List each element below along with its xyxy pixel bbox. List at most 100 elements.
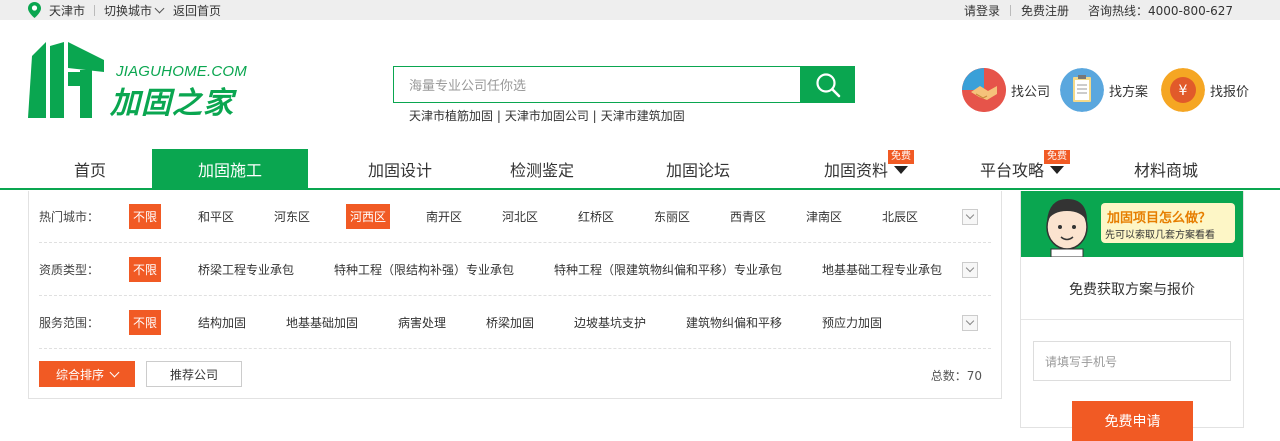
filter-option-selected[interactable]: 不限 (129, 257, 162, 282)
filter-option[interactable]: 结构加固 (198, 314, 246, 331)
free-badge: 免费 (1044, 150, 1070, 164)
dropdown-arrow-icon (894, 166, 908, 174)
register-link[interactable]: 免费注册 (1021, 2, 1069, 19)
expand-toggle-icon[interactable] (962, 314, 978, 331)
filter-option[interactable]: 河北区 (502, 208, 538, 225)
nav-item-construction[interactable]: 加固施工 (152, 149, 308, 188)
nav-label: 检测鉴定 (509, 160, 574, 180)
total-count: 总数：70 (930, 369, 982, 383)
filter-option-selected[interactable]: 不限 (129, 310, 162, 335)
filter-option[interactable]: 红桥区 (578, 208, 614, 225)
bubble-answer: 先可以索取几套方案看看 (1105, 230, 1215, 241)
filter-row-qualification: 资质类型： 不限 桥梁工程专业承包 特种工程（限结构补强）专业承包 特种工程（限… (39, 244, 991, 296)
filter-label: 服务范围： (39, 316, 100, 330)
filter-option[interactable]: 北辰区 (882, 208, 918, 225)
hot-search-words: 天津市植筋加固 | 天津市加固公司 | 天津市建筑加固 (409, 107, 689, 124)
hotline-text: 咨询热线：4000-800-627 (1087, 3, 1233, 18)
nav-label: 材料商城 (1133, 160, 1198, 180)
filter-option[interactable]: 地基基础加固 (286, 314, 358, 331)
filter-option[interactable]: 特种工程（限建筑物纠偏和平移）专业承包 (554, 261, 782, 278)
recommend-company-button[interactable]: 推荐公司 (146, 361, 242, 387)
main-nav: 首页 加固施工 加固设计 检测鉴定 加固论坛 加固资料 免费 平台攻略 免费 材… (0, 149, 1280, 190)
free-badge: 免费 (888, 150, 914, 164)
side-panel-title: 免费获取方案与报价 (1069, 282, 1195, 298)
location-pin-icon (28, 2, 41, 18)
nav-item-mall[interactable]: 材料商城 (1088, 149, 1244, 188)
handshake-icon (962, 68, 1006, 112)
filter-option[interactable]: 建筑物纠偏和平移 (686, 314, 782, 331)
top-bar: 天津市 切换城市 返回首页 请登录 免费注册 咨询热线：4000-800-627 (0, 0, 1280, 20)
hotword-link[interactable]: 天津市加固公司 | (505, 107, 597, 124)
nav-item-design[interactable]: 加固设计 (322, 149, 478, 188)
filter-option[interactable]: 津南区 (806, 208, 842, 225)
filter-option[interactable]: 边坡基坑支护 (574, 314, 646, 331)
current-city: 天津市 (49, 3, 86, 18)
site-logo[interactable]: JIAGUHOME.COM 加固之家 (28, 42, 248, 121)
filter-row-city: 热门城市： 不限 和平区 河东区 河西区 南开区 河北区 红桥区 东丽区 西青区… (39, 191, 991, 243)
expand-toggle-icon[interactable] (962, 208, 978, 225)
filter-option-selected[interactable]: 河西区 (346, 204, 391, 229)
combined-sort-button[interactable]: 综合排序 (39, 361, 135, 387)
back-home-link[interactable]: 返回首页 (173, 2, 221, 19)
nav-label: 首页 (73, 160, 106, 180)
clipboard-icon (1060, 68, 1104, 112)
chevron-down-icon[interactable] (154, 3, 165, 13)
filter-option[interactable]: 预应力加固 (822, 314, 882, 331)
find-plan-label: 找方案 (1109, 84, 1149, 100)
phone-input[interactable]: 请填写手机号 (1033, 341, 1231, 381)
filter-option[interactable]: 桥梁加固 (486, 314, 534, 331)
search-input[interactable]: 海量专业公司任你选 (393, 66, 801, 103)
nav-label: 平台攻略 (979, 160, 1044, 180)
free-apply-button[interactable]: 免费申请 (1072, 401, 1193, 441)
find-company-link[interactable]: 找公司 (962, 67, 1050, 113)
nav-label: 加固设计 (367, 160, 432, 180)
sort-label: 综合排序 (55, 367, 104, 382)
filter-row-service: 服务范围： 不限 结构加固 地基基础加固 病害处理 桥梁加固 边坡基坑支护 建筑… (39, 297, 991, 349)
filter-option[interactable]: 南开区 (426, 208, 462, 225)
filter-option[interactable]: 西青区 (730, 208, 766, 225)
find-company-label: 找公司 (1011, 84, 1051, 100)
login-link[interactable]: 请登录 (964, 2, 1000, 19)
divider (1009, 4, 1011, 16)
chevron-down-icon (109, 367, 120, 377)
nav-item-forum[interactable]: 加固论坛 (620, 149, 776, 188)
quote-side-panel: 加固项目怎么做？ 先可以索取几套方案看看 免费获取方案与报价 请填写手机号 免费… (1020, 191, 1244, 441)
filter-label: 热门城市： (39, 210, 100, 224)
topbar-right: 请登录 免费注册 咨询热线：4000-800-627 (964, 0, 1233, 20)
search-button[interactable] (800, 66, 855, 103)
filter-option[interactable]: 桥梁工程专业承包 (198, 261, 294, 278)
filter-option[interactable]: 病害处理 (398, 314, 446, 331)
expand-toggle-icon[interactable] (962, 261, 978, 278)
consultant-avatar-icon (1046, 199, 1088, 257)
nav-item-resources[interactable]: 加固资料 免费 (788, 149, 944, 188)
divider (94, 4, 96, 16)
yuan-coin-icon: ¥ (1161, 68, 1205, 112)
nav-item-guide[interactable]: 平台攻略 免费 (944, 149, 1100, 188)
switch-city-link[interactable]: 切换城市 (104, 2, 152, 19)
filter-option[interactable]: 河东区 (274, 208, 310, 225)
nav-label: 加固资料 (823, 160, 888, 180)
divider (1021, 319, 1243, 320)
find-price-label: 找报价 (1210, 84, 1250, 100)
svg-text:¥: ¥ (1179, 83, 1188, 99)
filter-option[interactable]: 地基基础工程专业承包 (822, 261, 942, 278)
filter-label: 资质类型： (39, 263, 100, 277)
dropdown-arrow-icon (1050, 166, 1064, 174)
search-bar: 海量专业公司任你选 (393, 66, 855, 103)
filter-option[interactable]: 东丽区 (654, 208, 690, 225)
find-price-link[interactable]: ¥ 找报价 (1161, 67, 1249, 113)
sort-bar: 综合排序 推荐公司 总数：70 (39, 361, 991, 387)
filter-option-selected[interactable]: 不限 (129, 204, 162, 229)
hotword-link[interactable]: 天津市建筑加固 (601, 107, 685, 124)
consult-banner[interactable]: 加固项目怎么做？ 先可以索取几套方案看看 (1021, 191, 1243, 257)
nav-label: 加固施工 (197, 160, 262, 180)
logo-icon (28, 42, 104, 118)
filter-option[interactable]: 和平区 (198, 208, 234, 225)
filter-option[interactable]: 特种工程（限结构补强）专业承包 (334, 261, 514, 278)
question-bubble: 加固项目怎么做？ 先可以索取几套方案看看 (1101, 203, 1235, 243)
nav-item-inspection[interactable]: 检测鉴定 (464, 149, 620, 188)
filter-panel: 热门城市： 不限 和平区 河东区 河西区 南开区 河北区 红桥区 东丽区 西青区… (28, 191, 1002, 399)
nav-item-home[interactable]: 首页 (12, 149, 168, 188)
hotword-link[interactable]: 天津市植筋加固 | (409, 107, 501, 124)
find-plan-link[interactable]: 找方案 (1060, 67, 1148, 113)
